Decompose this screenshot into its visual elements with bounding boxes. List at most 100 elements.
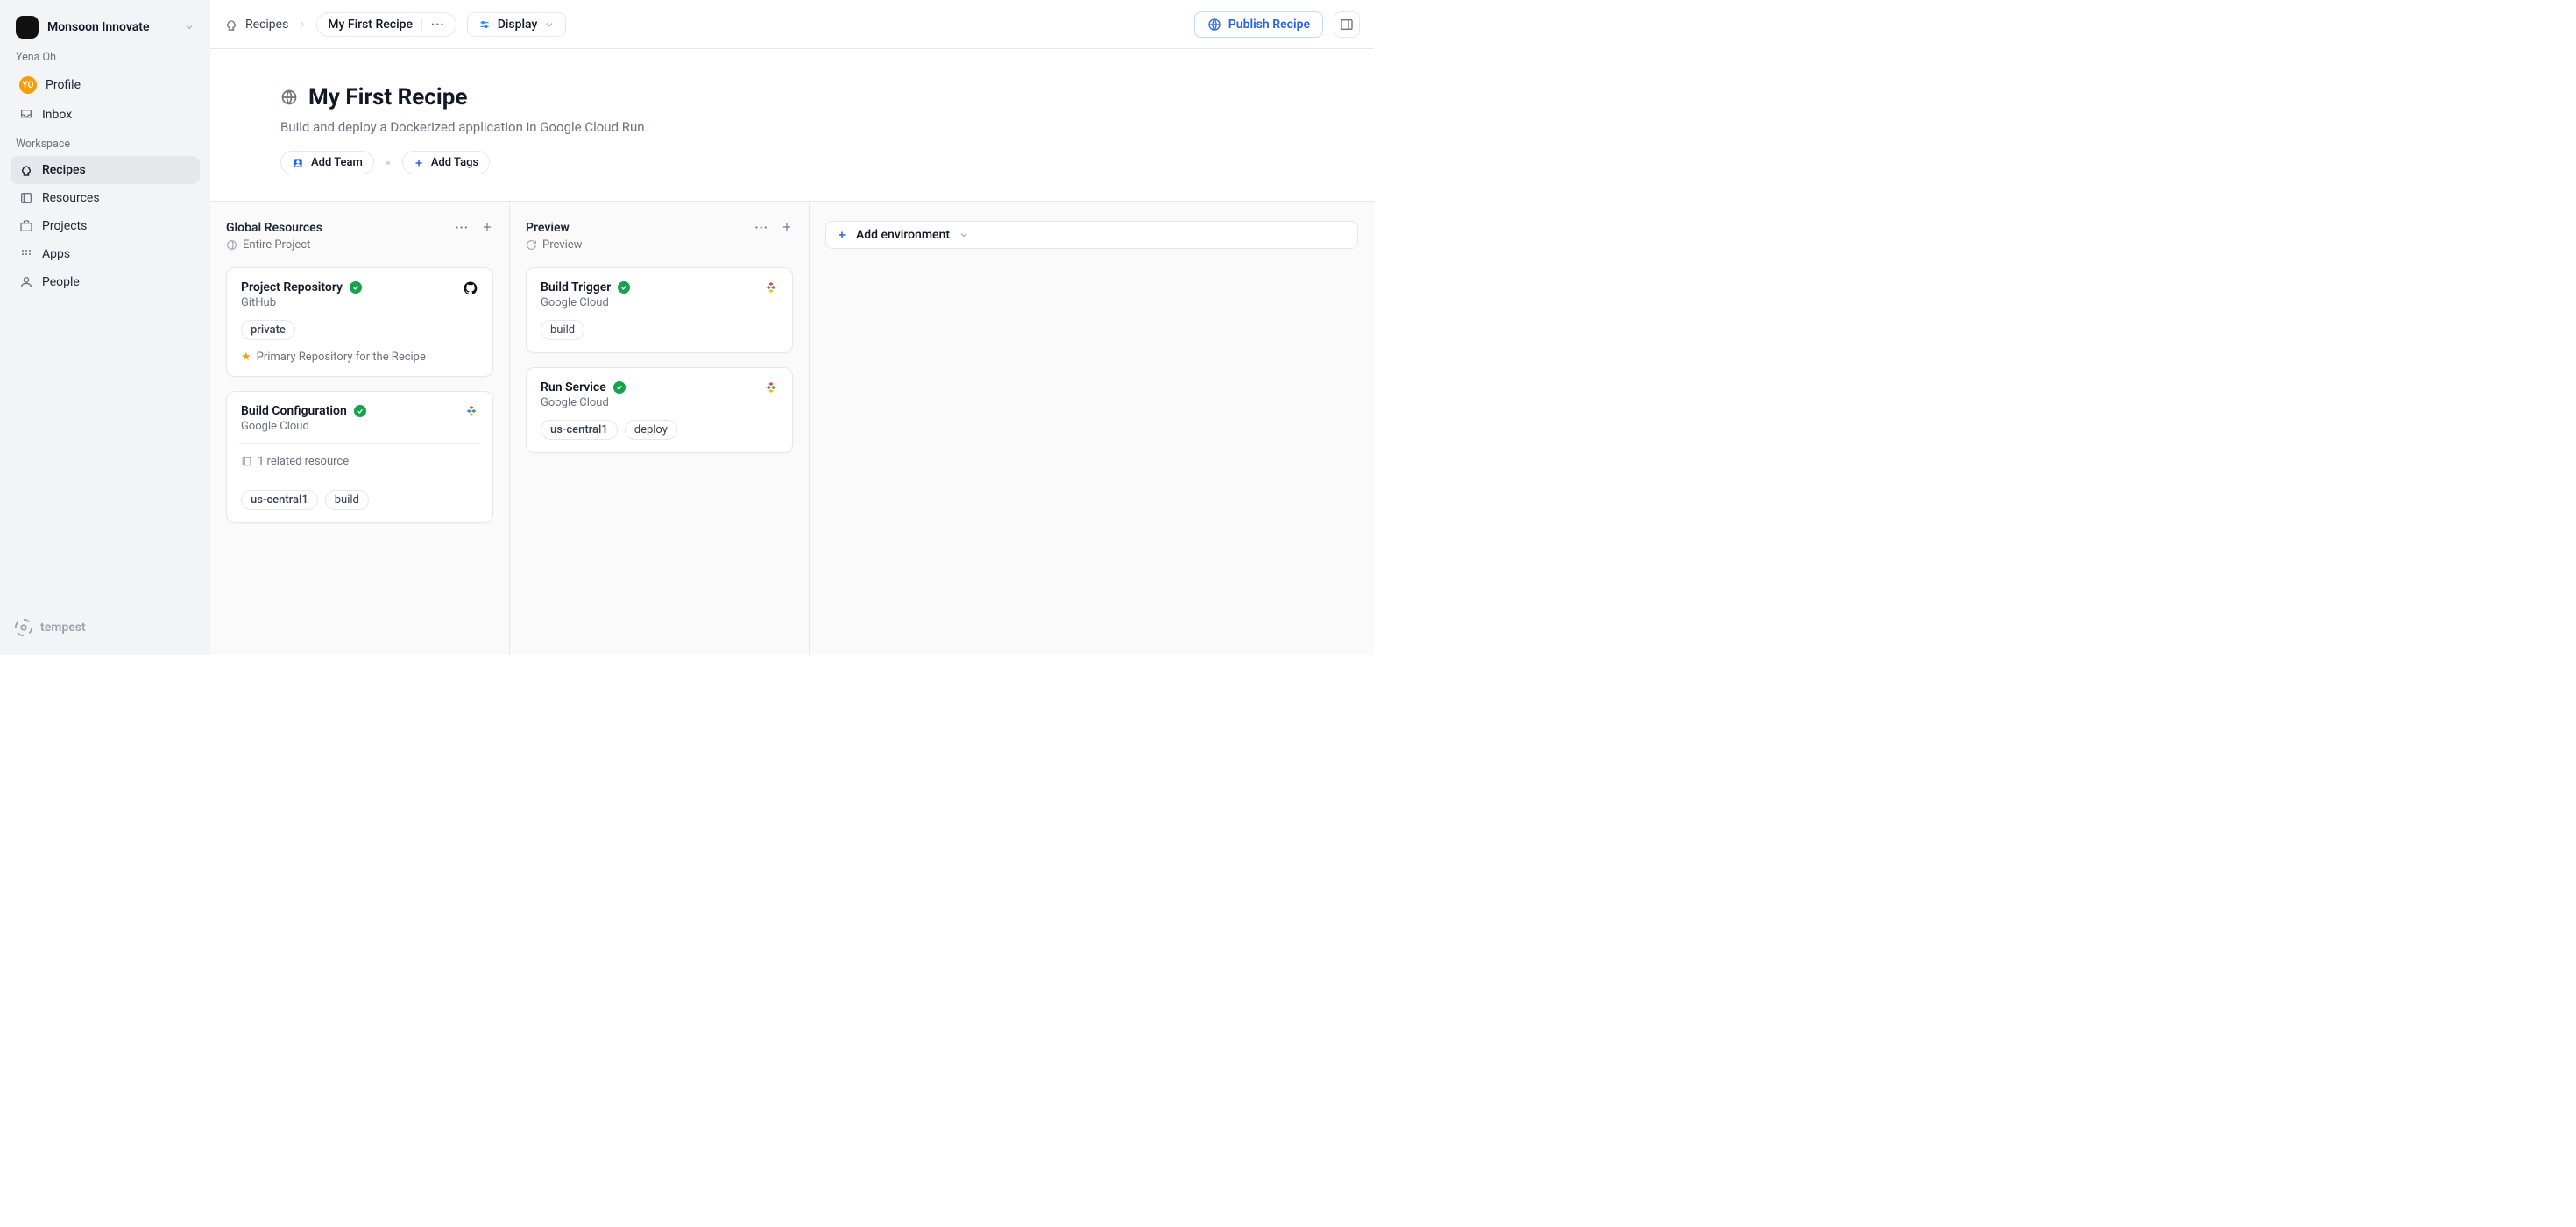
brand-text: tempest xyxy=(40,621,86,635)
status-check-icon xyxy=(354,405,366,417)
tag: build xyxy=(325,490,369,510)
user-section-label: Yena Oh xyxy=(11,42,200,69)
card-related: 1 related resource xyxy=(258,455,349,468)
org-switcher[interactable]: Monsoon Innovate xyxy=(11,12,200,42)
people-icon xyxy=(19,275,33,289)
sidebar-item-resources[interactable]: Resources xyxy=(11,184,200,212)
column-more-button[interactable]: ··· xyxy=(754,221,768,235)
chevron-down-icon xyxy=(959,230,969,240)
card-provider: Google Cloud xyxy=(541,396,764,409)
sidebar-footer-brand: tempest xyxy=(11,613,200,642)
status-check-icon xyxy=(618,281,630,294)
column-title: Preview xyxy=(526,221,582,235)
sidebar-item-label: Inbox xyxy=(42,108,72,122)
recipe-icon xyxy=(19,163,33,177)
org-name: Monsoon Innovate xyxy=(47,20,175,34)
publish-button-label: Publish Recipe xyxy=(1228,18,1310,32)
card-build-configuration[interactable]: Build Configuration Google Cloud xyxy=(226,391,493,523)
sidebar: Monsoon Innovate Yena Oh YO Profile Inbo… xyxy=(0,0,210,655)
add-environment-label: Add environment xyxy=(856,228,950,242)
plus-icon xyxy=(414,158,424,168)
sliders-icon xyxy=(478,18,491,31)
column-title: Global Resources xyxy=(226,221,322,235)
more-icon[interactable]: ··· xyxy=(431,18,445,32)
display-button-label: Display xyxy=(498,18,538,32)
topbar: Recipes My First Recipe ··· Display xyxy=(210,0,1374,49)
column-add-button[interactable] xyxy=(781,221,793,235)
star-icon: ★ xyxy=(241,351,251,364)
card-title: Build Trigger xyxy=(541,280,611,294)
sidebar-item-label: Resources xyxy=(42,191,100,205)
sidebar-item-label: Apps xyxy=(42,247,70,261)
sidebar-item-inbox[interactable]: Inbox xyxy=(11,101,200,129)
sidebar-item-people[interactable]: People xyxy=(11,268,200,296)
panel-icon xyxy=(1340,18,1354,32)
tempest-logo-icon xyxy=(14,618,33,637)
publish-button[interactable]: Publish Recipe xyxy=(1194,11,1323,38)
add-environment-button[interactable]: Add environment xyxy=(825,221,1358,249)
chevron-right-icon xyxy=(297,19,308,30)
card-provider: Google Cloud xyxy=(541,296,764,309)
page-subtitle: Build and deploy a Dockerized applicatio… xyxy=(280,119,1374,135)
dot-separator xyxy=(386,161,390,165)
publish-icon xyxy=(1207,18,1221,32)
status-check-icon xyxy=(613,381,626,394)
tag: us-central1 xyxy=(241,490,318,510)
apps-icon xyxy=(19,247,33,261)
card-run-service[interactable]: Run Service Google Cloud us-ce xyxy=(526,367,793,453)
recipe-icon xyxy=(224,18,238,32)
column-more-button[interactable]: ··· xyxy=(455,221,469,235)
card-title: Build Configuration xyxy=(241,404,347,418)
sidebar-item-label: People xyxy=(42,275,80,289)
sidebar-item-label: Recipes xyxy=(42,163,86,177)
card-build-trigger[interactable]: Build Trigger Google Cloud bui xyxy=(526,267,793,353)
card-project-repository[interactable]: Project Repository GitHub priv xyxy=(226,267,493,377)
org-avatar xyxy=(16,16,39,39)
user-avatar: YO xyxy=(19,76,37,94)
column-add-environment: Add environment xyxy=(810,202,1374,655)
globe-icon xyxy=(226,239,237,251)
tag: us-central1 xyxy=(541,420,618,440)
sidebar-item-apps[interactable]: Apps xyxy=(11,240,200,268)
add-team-button[interactable]: Add Team xyxy=(280,151,374,174)
card-title: Run Service xyxy=(541,380,606,394)
projects-icon xyxy=(19,219,33,233)
tag: private xyxy=(241,320,295,340)
breadcrumb: Recipes My First Recipe ··· xyxy=(224,12,456,37)
sidebar-item-projects[interactable]: Projects xyxy=(11,212,200,240)
tag: deploy xyxy=(625,420,677,440)
add-tags-label: Add Tags xyxy=(431,156,478,169)
google-cloud-icon xyxy=(764,280,778,294)
card-note: Primary Repository for the Recipe xyxy=(257,351,426,364)
workspace-section-label: Workspace xyxy=(11,129,200,156)
sidebar-item-label: Profile xyxy=(46,78,81,92)
add-team-label: Add Team xyxy=(311,156,363,169)
board: Global Resources Entire Project ··· xyxy=(210,201,1374,655)
page-header: My First Recipe Build and deploy a Docke… xyxy=(210,49,1374,201)
card-provider: Google Cloud xyxy=(241,420,464,433)
tag: build xyxy=(541,320,584,340)
breadcrumb-root[interactable]: Recipes xyxy=(224,18,288,32)
page-title: My First Recipe xyxy=(308,84,467,110)
breadcrumb-root-label: Recipes xyxy=(245,18,288,32)
sidebar-item-recipes[interactable]: Recipes xyxy=(11,156,200,184)
team-icon xyxy=(292,157,304,169)
google-cloud-icon xyxy=(764,380,778,394)
breadcrumb-current-label: My First Recipe xyxy=(328,18,413,32)
column-scope: Preview xyxy=(542,238,582,252)
google-cloud-icon xyxy=(464,404,478,418)
breadcrumb-current[interactable]: My First Recipe ··· xyxy=(316,12,456,37)
divider xyxy=(421,18,422,31)
sidebar-item-profile[interactable]: YO Profile xyxy=(11,69,200,101)
card-title: Project Repository xyxy=(241,280,343,294)
add-tags-button[interactable]: Add Tags xyxy=(402,151,490,174)
column-scope: Entire Project xyxy=(243,238,310,252)
toggle-right-panel-button[interactable] xyxy=(1334,11,1360,38)
chevron-down-icon xyxy=(544,19,555,30)
column-preview: Preview Preview ··· xyxy=(510,202,810,655)
github-icon xyxy=(463,280,478,296)
main: Recipes My First Recipe ··· Display xyxy=(210,0,1374,655)
chevron-down-icon xyxy=(184,22,195,32)
display-button[interactable]: Display xyxy=(467,12,567,37)
column-add-button[interactable] xyxy=(481,221,493,235)
